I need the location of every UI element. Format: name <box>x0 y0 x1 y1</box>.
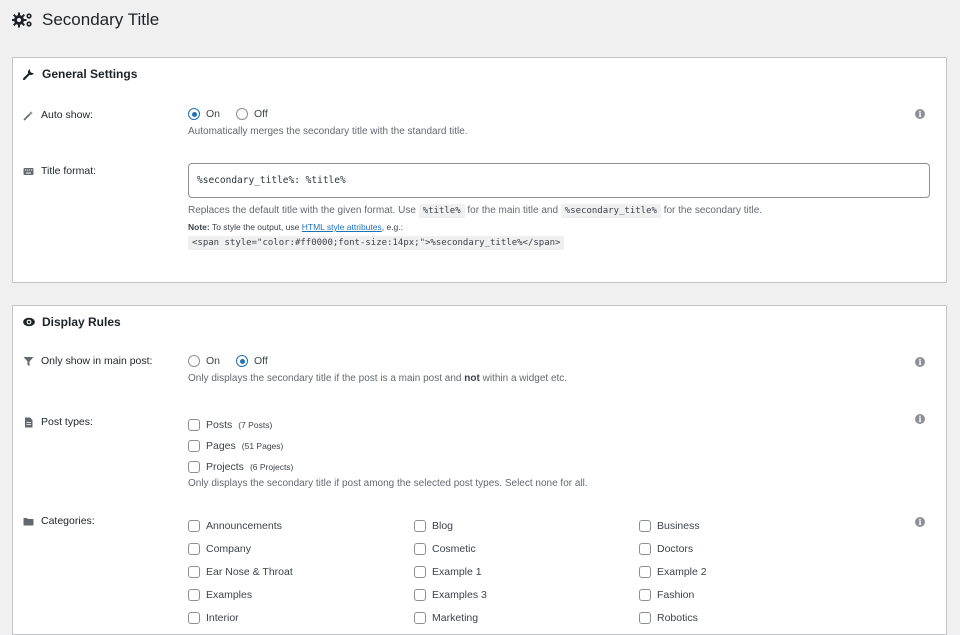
title-format-label: Title format: <box>23 165 96 177</box>
html-style-attributes-link[interactable]: HTML style attributes <box>302 222 382 232</box>
post-types-description: Only displays the secondary title if pos… <box>188 478 588 489</box>
page-header: Secondary Title <box>12 10 159 30</box>
auto-show-off-radio[interactable]: Off <box>236 108 268 120</box>
category-checkbox[interactable]: Examples <box>188 583 293 606</box>
auto-show-on-radio[interactable]: On <box>188 108 220 120</box>
display-rules-panel: Display Rules Only show in main post: On… <box>12 305 947 635</box>
auto-show-description: Automatically merges the secondary title… <box>188 126 468 137</box>
only-main-post-description: Only displays the secondary title if the… <box>188 373 568 384</box>
only-main-post-control: On Off Only displays the secondary title… <box>188 355 567 384</box>
info-icon[interactable]: i <box>915 109 925 119</box>
post-types-control: Posts (7 Posts) Pages (51 Pages) Project… <box>188 414 588 489</box>
title-format-note: Note: To style the output, use HTML styl… <box>188 222 404 232</box>
only-main-post-on-radio[interactable]: On <box>188 355 220 367</box>
info-icon[interactable]: i <box>915 414 925 424</box>
category-checkbox[interactable]: Doctors <box>639 537 707 560</box>
info-icon[interactable]: i <box>915 517 925 527</box>
folder-icon <box>23 517 34 525</box>
categories-label: Categories: <box>23 515 95 527</box>
gears-icon <box>12 12 32 28</box>
category-checkbox[interactable]: Business <box>639 514 707 537</box>
magic-wand-icon <box>23 110 33 121</box>
example-code: <span style="color:#ff0000;font-size:14p… <box>188 236 565 250</box>
category-checkbox[interactable]: Announcements <box>188 514 293 537</box>
page-title: Secondary Title <box>42 10 160 29</box>
category-checkbox[interactable]: Fashion <box>639 583 707 606</box>
category-checkbox[interactable]: Examples 3 <box>414 583 487 606</box>
title-format-control: %secondary_title%: %title% Replaces the … <box>188 163 930 250</box>
document-icon <box>25 417 33 427</box>
wrench-icon <box>23 69 34 80</box>
category-checkbox[interactable]: Company <box>188 537 293 560</box>
secondary-title-placeholder-code: %secondary_title% <box>560 204 661 218</box>
general-settings-heading: General Settings <box>23 67 137 81</box>
category-checkbox[interactable]: Cosmetic <box>414 537 487 560</box>
categories-column-2: Blog Cosmetic Example 1 Examples 3 Marke… <box>414 514 487 629</box>
categories-column-3: Business Doctors Example 2 Fashion Robot… <box>639 514 707 629</box>
filter-icon <box>23 356 34 366</box>
category-checkbox[interactable]: Ear Nose & Throat <box>188 560 293 583</box>
title-format-description: Replaces the default title with the give… <box>188 204 763 218</box>
only-main-post-off-radio[interactable]: Off <box>236 355 268 367</box>
display-rules-heading: Display Rules <box>23 315 121 329</box>
category-checkbox[interactable]: Blog <box>414 514 487 537</box>
post-type-posts-checkbox[interactable]: Posts (7 Posts) <box>188 414 588 435</box>
categories-column-1: Announcements Company Ear Nose & Throat … <box>188 514 293 629</box>
auto-show-label: Auto show: <box>23 109 93 121</box>
category-checkbox[interactable]: Example 1 <box>414 560 487 583</box>
post-type-pages-checkbox[interactable]: Pages (51 Pages) <box>188 435 588 456</box>
keyboard-icon <box>23 167 34 175</box>
info-icon[interactable]: i <box>915 357 925 367</box>
post-types-label: Post types: <box>23 416 93 428</box>
category-checkbox[interactable]: Example 2 <box>639 560 707 583</box>
post-type-projects-checkbox[interactable]: Projects (6 Projects) <box>188 456 588 477</box>
auto-show-control: On Off Automatically merges the secondar… <box>188 108 468 137</box>
title-format-input[interactable]: %secondary_title%: %title% <box>188 163 930 198</box>
category-checkbox[interactable]: Marketing <box>414 606 487 629</box>
only-main-post-label: Only show in main post: <box>23 355 152 367</box>
category-checkbox[interactable]: Interior <box>188 606 293 629</box>
general-settings-panel: General Settings Auto show: On Off Autom… <box>12 57 947 283</box>
title-placeholder-code: %title% <box>418 204 465 218</box>
eye-icon <box>23 317 35 327</box>
category-checkbox[interactable]: Robotics <box>639 606 707 629</box>
